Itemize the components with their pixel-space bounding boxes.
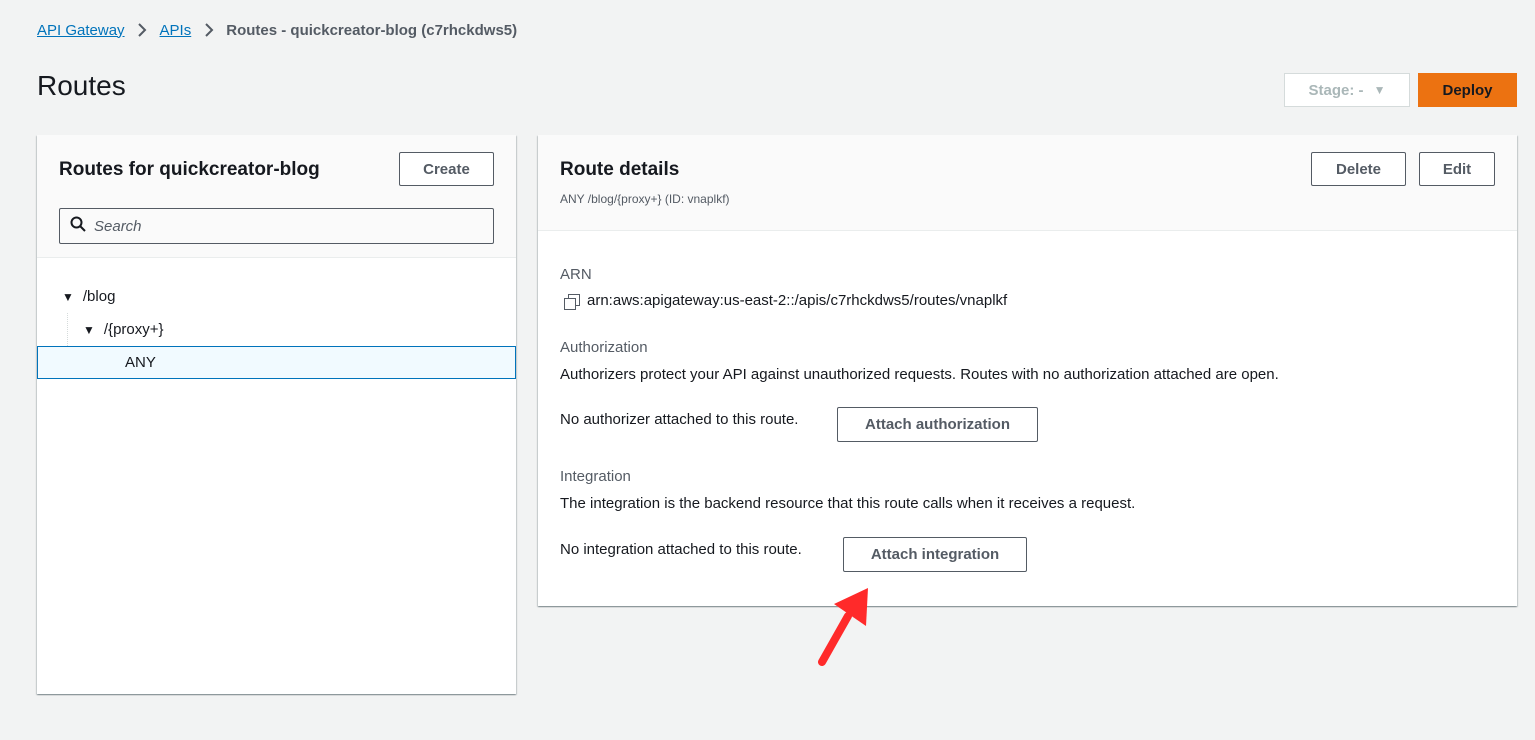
- deploy-button[interactable]: Deploy: [1418, 73, 1517, 107]
- chevron-right-icon: [125, 23, 160, 37]
- integration-status: No integration attached to this route.: [560, 541, 802, 558]
- arn-value: arn:aws:apigateway:us-east-2::/apis/c7rh…: [587, 292, 1008, 309]
- authorization-status: No authorizer attached to this route.: [560, 411, 799, 428]
- chevron-right-icon: [191, 23, 226, 37]
- routes-tree: ▼ /blog ▼ /{proxy+} ANY: [37, 280, 516, 379]
- stage-select-label: Stage: -: [1308, 81, 1364, 99]
- copy-icon[interactable]: [564, 293, 580, 310]
- routes-panel-header: Routes for quickcreator-blog Create: [37, 135, 516, 258]
- tree-item-proxy[interactable]: ▼ /{proxy+}: [37, 313, 516, 346]
- authorization-description: Authorizers protect your API against una…: [560, 366, 1279, 383]
- attach-authorization-button[interactable]: Attach authorization: [837, 407, 1038, 442]
- search-input[interactable]: [94, 217, 474, 235]
- create-button[interactable]: Create: [399, 152, 494, 186]
- breadcrumb-current: Routes - quickcreator-blog (c7rhckdws5): [226, 21, 518, 39]
- integration-description: The integration is the backend resource …: [560, 495, 1136, 512]
- route-details-header: Route details ANY /blog/{proxy+} (ID: vn…: [538, 135, 1517, 231]
- route-details-subtitle: ANY /blog/{proxy+} (ID: vnaplkf): [560, 192, 730, 206]
- tree-item-label: /blog: [82, 288, 116, 305]
- routes-panel-title: Routes for quickcreator-blog: [59, 159, 320, 180]
- tree-item-label: ANY: [125, 354, 156, 371]
- attach-integration-button[interactable]: Attach integration: [843, 537, 1027, 572]
- caret-down-icon[interactable]: ▼: [62, 290, 74, 304]
- edit-button[interactable]: Edit: [1419, 152, 1495, 186]
- arn-label: ARN: [560, 266, 592, 283]
- authorization-label: Authorization: [560, 339, 648, 356]
- tree-item-label: /{proxy+}: [103, 321, 164, 338]
- search-icon: [70, 216, 86, 237]
- search-box[interactable]: [59, 208, 494, 244]
- integration-label: Integration: [560, 468, 631, 485]
- caret-down-icon[interactable]: ▼: [83, 323, 95, 337]
- breadcrumb-link-apis[interactable]: APIs: [160, 22, 192, 39]
- route-details-panel: Route details ANY /blog/{proxy+} (ID: vn…: [538, 135, 1517, 606]
- tree-item-any-selected[interactable]: ANY: [37, 346, 516, 379]
- caret-down-icon: ▼: [1373, 83, 1386, 97]
- routes-panel: Routes for quickcreator-blog Create ▼ /b…: [37, 135, 516, 694]
- breadcrumb-link-api-gateway[interactable]: API Gateway: [37, 22, 125, 39]
- route-details-title: Route details: [560, 159, 680, 180]
- annotation-arrow-icon: [818, 588, 868, 666]
- arn-row: arn:aws:apigateway:us-east-2::/apis/c7rh…: [564, 292, 1008, 310]
- delete-button[interactable]: Delete: [1311, 152, 1406, 186]
- page-title: Routes: [37, 70, 126, 101]
- breadcrumb: API Gateway APIs Routes - quickcreator-b…: [37, 20, 517, 40]
- stage-select[interactable]: Stage: - ▼: [1284, 73, 1410, 107]
- tree-item-blog[interactable]: ▼ /blog: [37, 280, 516, 313]
